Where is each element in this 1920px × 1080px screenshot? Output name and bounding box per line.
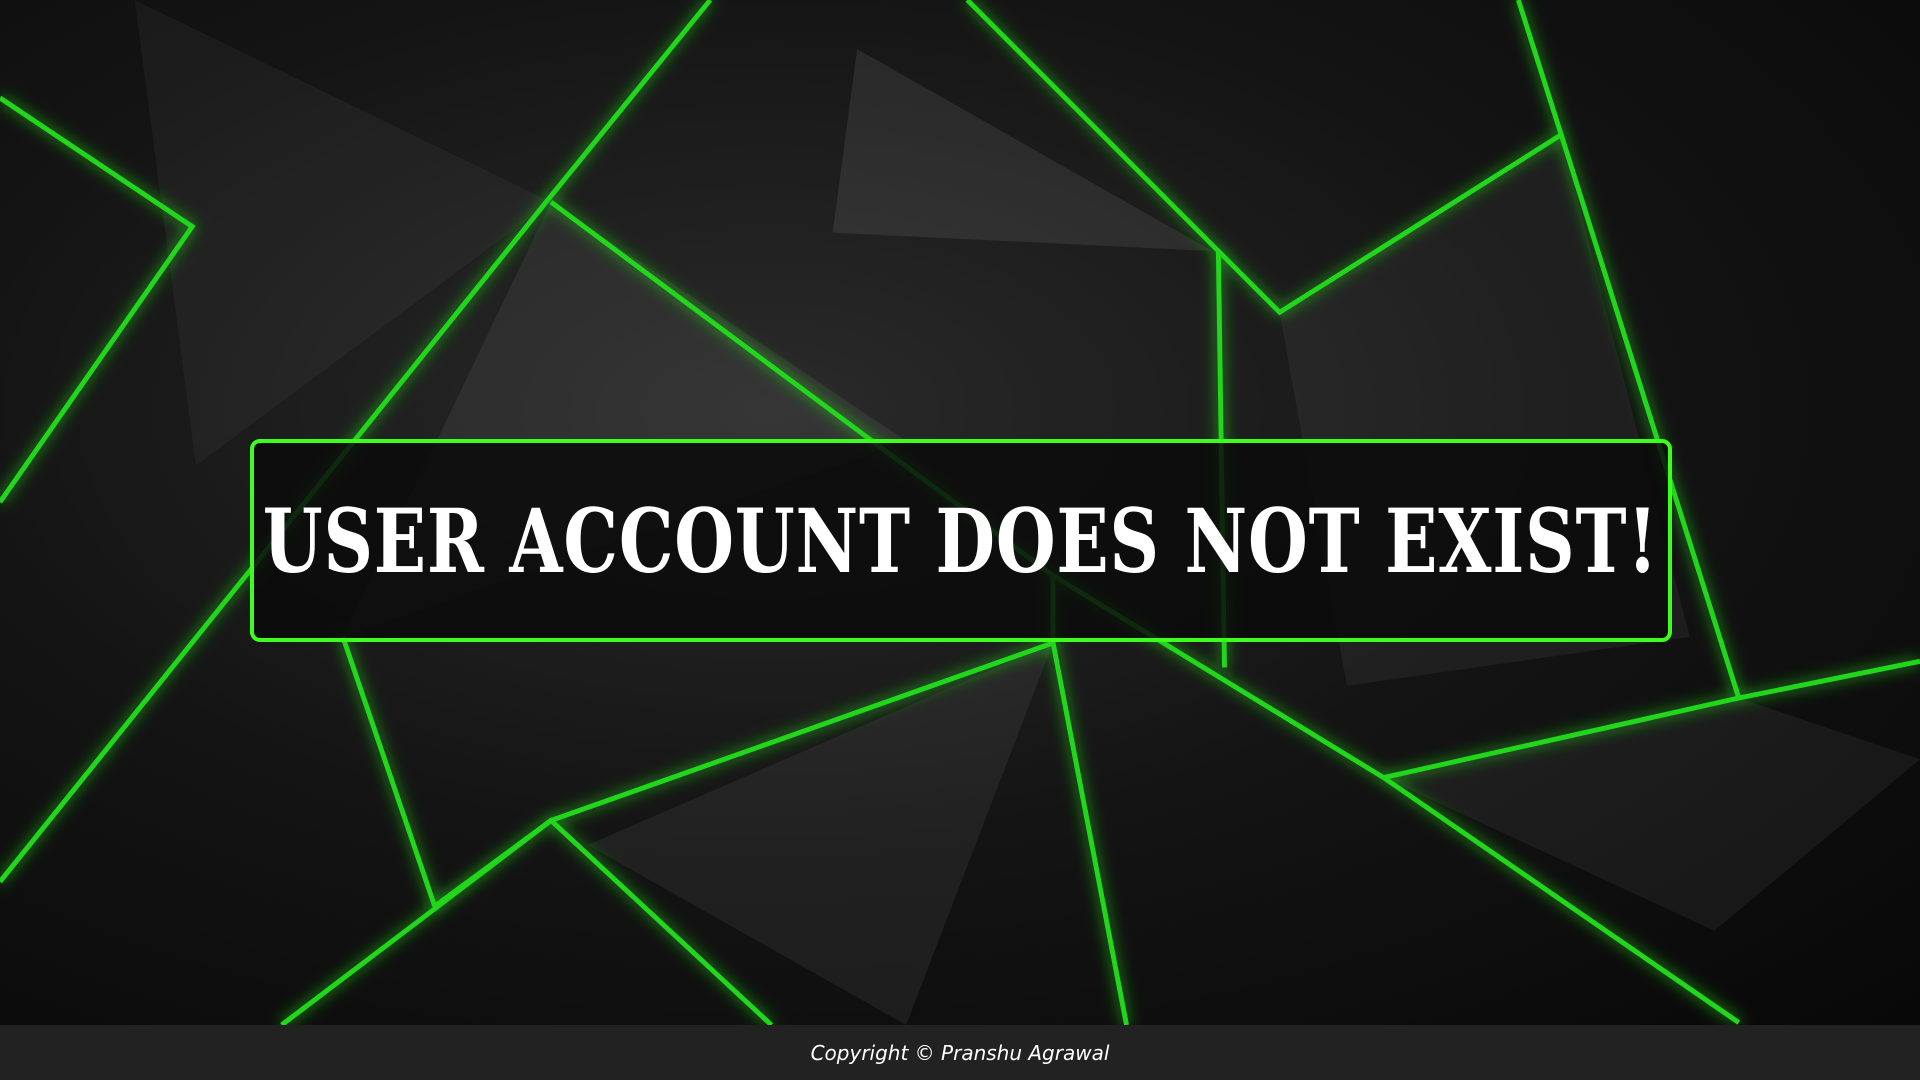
error-message-box: USER ACCOUNT DOES NOT EXIST! <box>250 439 1672 642</box>
error-message: USER ACCOUNT DOES NOT EXIST! <box>263 488 1659 593</box>
copyright-text: Copyright © Pranshu Agrawal <box>810 1040 1110 1065</box>
footer: Copyright © Pranshu Agrawal <box>0 1025 1920 1080</box>
